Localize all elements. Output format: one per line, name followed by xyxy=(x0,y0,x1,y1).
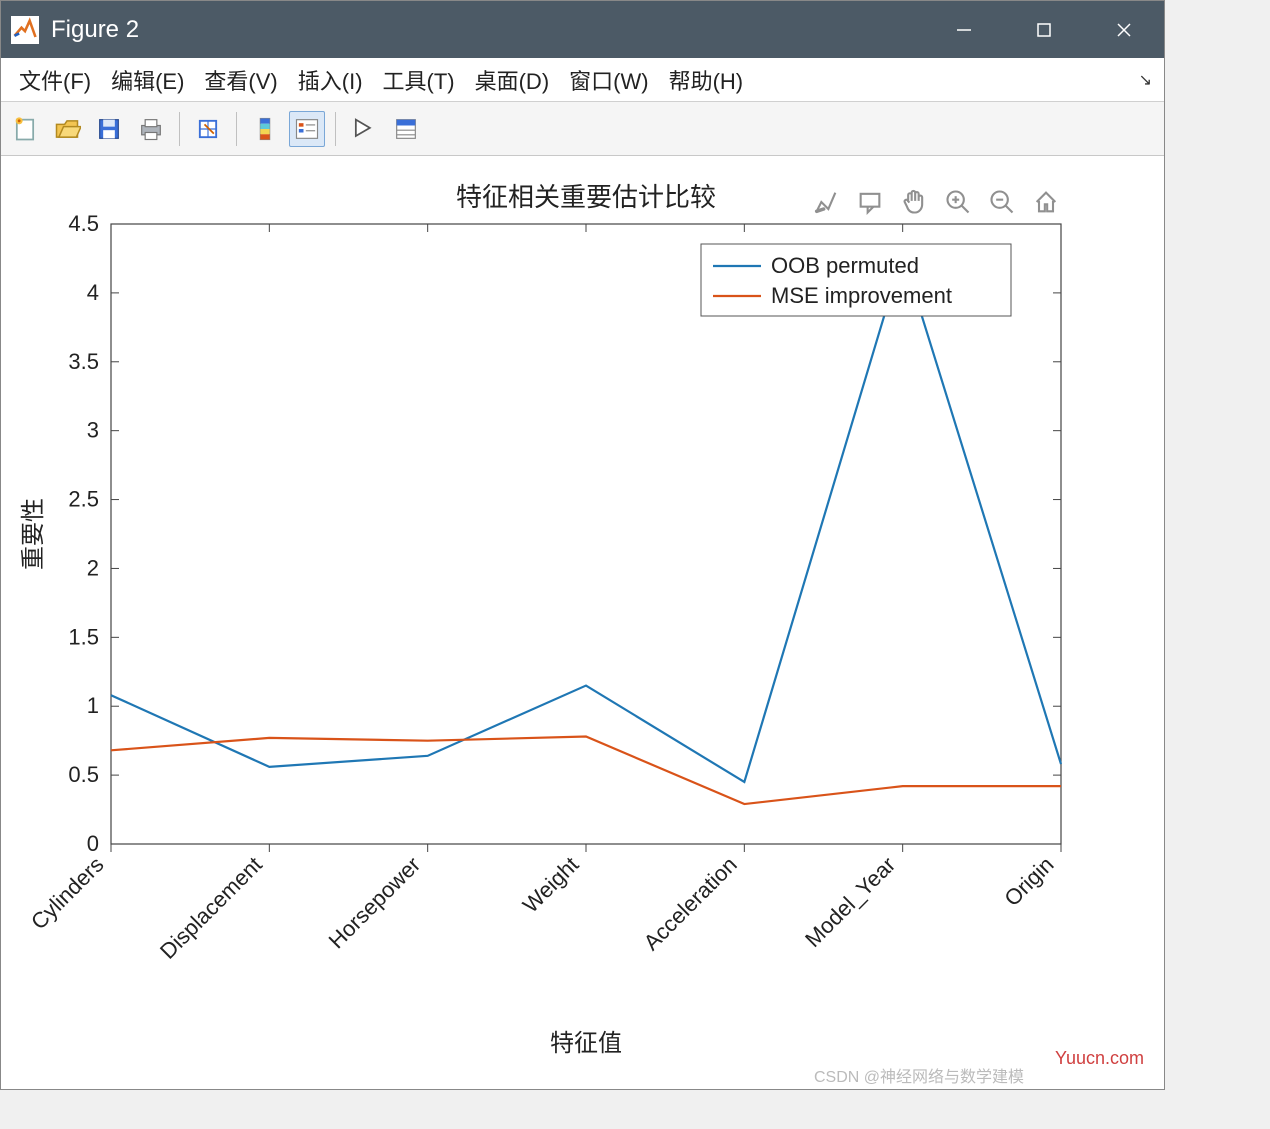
axes-toolbar xyxy=(808,184,1064,220)
print-button[interactable] xyxy=(133,111,169,147)
legend-button[interactable] xyxy=(289,111,325,147)
y-tick-label: 3 xyxy=(87,418,99,443)
menu-insert[interactable]: 插入(I) xyxy=(288,60,373,100)
x-tick-label: Origin xyxy=(999,852,1058,911)
zoom-out-icon[interactable] xyxy=(984,184,1020,220)
pan-icon[interactable] xyxy=(896,184,932,220)
line-chart: 特征相关重要估计比较 0 0.5 1 1.5 2 2.5 3 3.5 4 4.5 Cylinders D… xyxy=(1,156,1161,1086)
y-tick-label: 0 xyxy=(87,831,99,856)
chart-title: 特征相关重要估计比较 xyxy=(456,182,716,212)
window-title: Figure 2 xyxy=(51,16,139,44)
y-tick-label: 0.5 xyxy=(68,762,99,787)
y-axis-label: 重要性 xyxy=(20,498,47,570)
open-button[interactable] xyxy=(49,111,85,147)
y-tick-label: 2.5 xyxy=(68,487,99,512)
edit-plot-button[interactable] xyxy=(346,111,382,147)
menu-view[interactable]: 查看(V) xyxy=(194,60,287,100)
legend-label: MSE improvement xyxy=(771,283,952,308)
zoom-in-icon[interactable] xyxy=(940,184,976,220)
x-tick-label: Horsepower xyxy=(324,852,426,954)
x-tick-label: Displacement xyxy=(155,852,267,964)
toolbar-separator xyxy=(179,112,180,146)
menu-overflow-icon[interactable]: ↘ xyxy=(1139,70,1152,90)
y-tick-label: 3.5 xyxy=(68,349,99,374)
x-tick-label: Cylinders xyxy=(26,852,109,935)
menu-help[interactable]: 帮助(H) xyxy=(659,60,754,100)
y-tick-label: 1 xyxy=(87,693,99,718)
brush-icon[interactable] xyxy=(808,184,844,220)
datatips-icon[interactable] xyxy=(852,184,888,220)
property-inspector-button[interactable] xyxy=(388,111,424,147)
watermark-csdn: CSDN @神经网络与数学建模 xyxy=(814,1063,1024,1087)
menubar: 文件(F) 编辑(E) 查看(V) 插入(I) 工具(T) 桌面(D) 窗口(W… xyxy=(1,58,1164,102)
toolbar xyxy=(1,102,1164,156)
toolbar-separator xyxy=(335,112,336,146)
maximize-button[interactable] xyxy=(1004,1,1084,58)
x-tick-label: Weight xyxy=(518,852,584,918)
new-figure-button[interactable] xyxy=(7,111,43,147)
chart-area: 特征相关重要估计比较 0 0.5 1 1.5 2 2.5 3 3.5 4 4.5 Cylinders D… xyxy=(1,156,1164,1089)
menu-edit[interactable]: 编辑(E) xyxy=(101,60,194,100)
menu-tools[interactable]: 工具(T) xyxy=(373,60,465,100)
menu-window[interactable]: 窗口(W) xyxy=(559,60,658,100)
matlab-icon xyxy=(11,16,39,44)
figure-window: Figure 2 文件(F) 编辑(E) 查看(V) 插入(I) 工具(T) 桌… xyxy=(0,0,1165,1090)
minimize-button[interactable] xyxy=(924,1,1004,58)
menu-file[interactable]: 文件(F) xyxy=(9,60,101,100)
menu-desktop[interactable]: 桌面(D) xyxy=(465,60,560,100)
x-tick-label: Model_Year xyxy=(800,852,900,952)
axes-box xyxy=(111,224,1061,844)
legend-label: OOB permuted xyxy=(771,253,919,278)
toolbar-separator xyxy=(236,112,237,146)
y-tick-label: 4.5 xyxy=(68,211,99,236)
link-axes-button[interactable] xyxy=(190,111,226,147)
colorbar-button[interactable] xyxy=(247,111,283,147)
home-icon[interactable] xyxy=(1028,184,1064,220)
save-button[interactable] xyxy=(91,111,127,147)
y-tick-label: 4 xyxy=(87,280,99,305)
close-button[interactable] xyxy=(1084,1,1164,58)
y-tick-label: 2 xyxy=(87,555,99,580)
titlebar: Figure 2 xyxy=(1,1,1164,58)
watermark-site: Yuucn.com xyxy=(1055,1048,1144,1069)
y-tick-label: 1.5 xyxy=(68,624,99,649)
x-axis-label: 特征值 xyxy=(550,1030,622,1057)
x-tick-label: Acceleration xyxy=(639,852,742,955)
